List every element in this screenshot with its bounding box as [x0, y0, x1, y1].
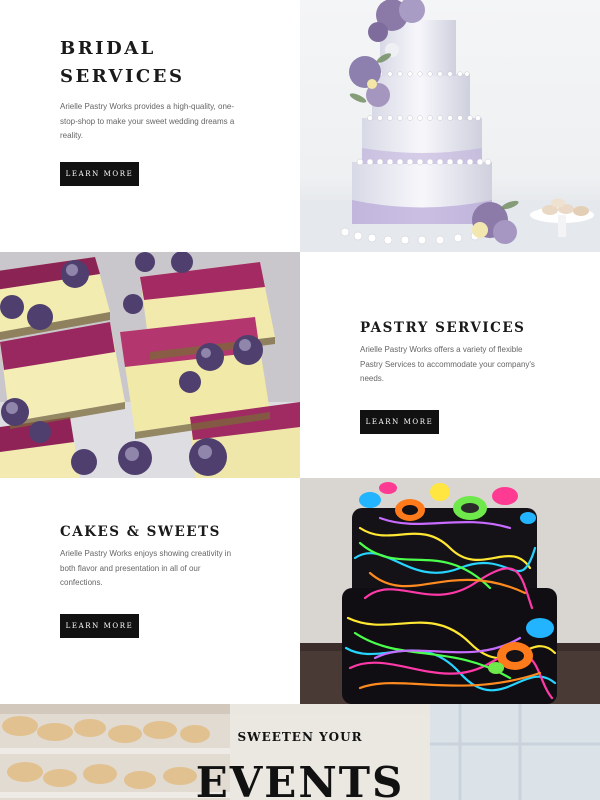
cakes-title: CAKES & SWEETS	[60, 524, 221, 540]
bridal-description: Arielle Pastry Works provides a high-qua…	[60, 102, 235, 140]
cakes-text-block: CAKES & SWEETS Arielle Pastry Works enjo…	[60, 522, 238, 591]
bridal-title-line1: BRIDAL	[60, 38, 156, 59]
wedding-cake-photo	[300, 0, 600, 252]
events-title: EVENTS	[195, 758, 405, 800]
bridal-learn-more-button[interactable]: LEARN MORE	[60, 162, 139, 186]
pastry-text-block: PASTRY SERVICES Arielle Pastry Works off…	[360, 318, 540, 387]
pastry-title: PASTRY SERVICES	[360, 320, 526, 336]
bridal-title: BRIDAL SERVICES	[60, 35, 240, 91]
events-subtitle: SWEETEN YOUR	[237, 730, 363, 744]
sweeten-events-section: SWEETEN YOUR EVENTS	[0, 704, 600, 800]
pastry-learn-more-button[interactable]: LEARN MORE	[360, 410, 439, 434]
pastry-description: Arielle Pastry Works offers a variety of…	[360, 345, 535, 383]
berry-cheesecake-bars-photo	[0, 252, 300, 478]
cakes-description: Arielle Pastry Works enjoys showing crea…	[60, 549, 232, 587]
pastry-services-section: PASTRY SERVICES Arielle Pastry Works off…	[0, 252, 600, 478]
bridal-text-block: BRIDAL SERVICES Arielle Pastry Works pro…	[60, 35, 240, 144]
cakes-learn-more-button[interactable]: LEARN MORE	[60, 614, 139, 638]
bridal-services-section: BRIDAL SERVICES Arielle Pastry Works pro…	[0, 0, 600, 252]
cakes-sweets-section: CAKES & SWEETS Arielle Pastry Works enjo…	[0, 478, 600, 704]
bridal-title-line2: SERVICES	[60, 66, 185, 87]
neon-splatter-cake-photo	[300, 478, 600, 704]
